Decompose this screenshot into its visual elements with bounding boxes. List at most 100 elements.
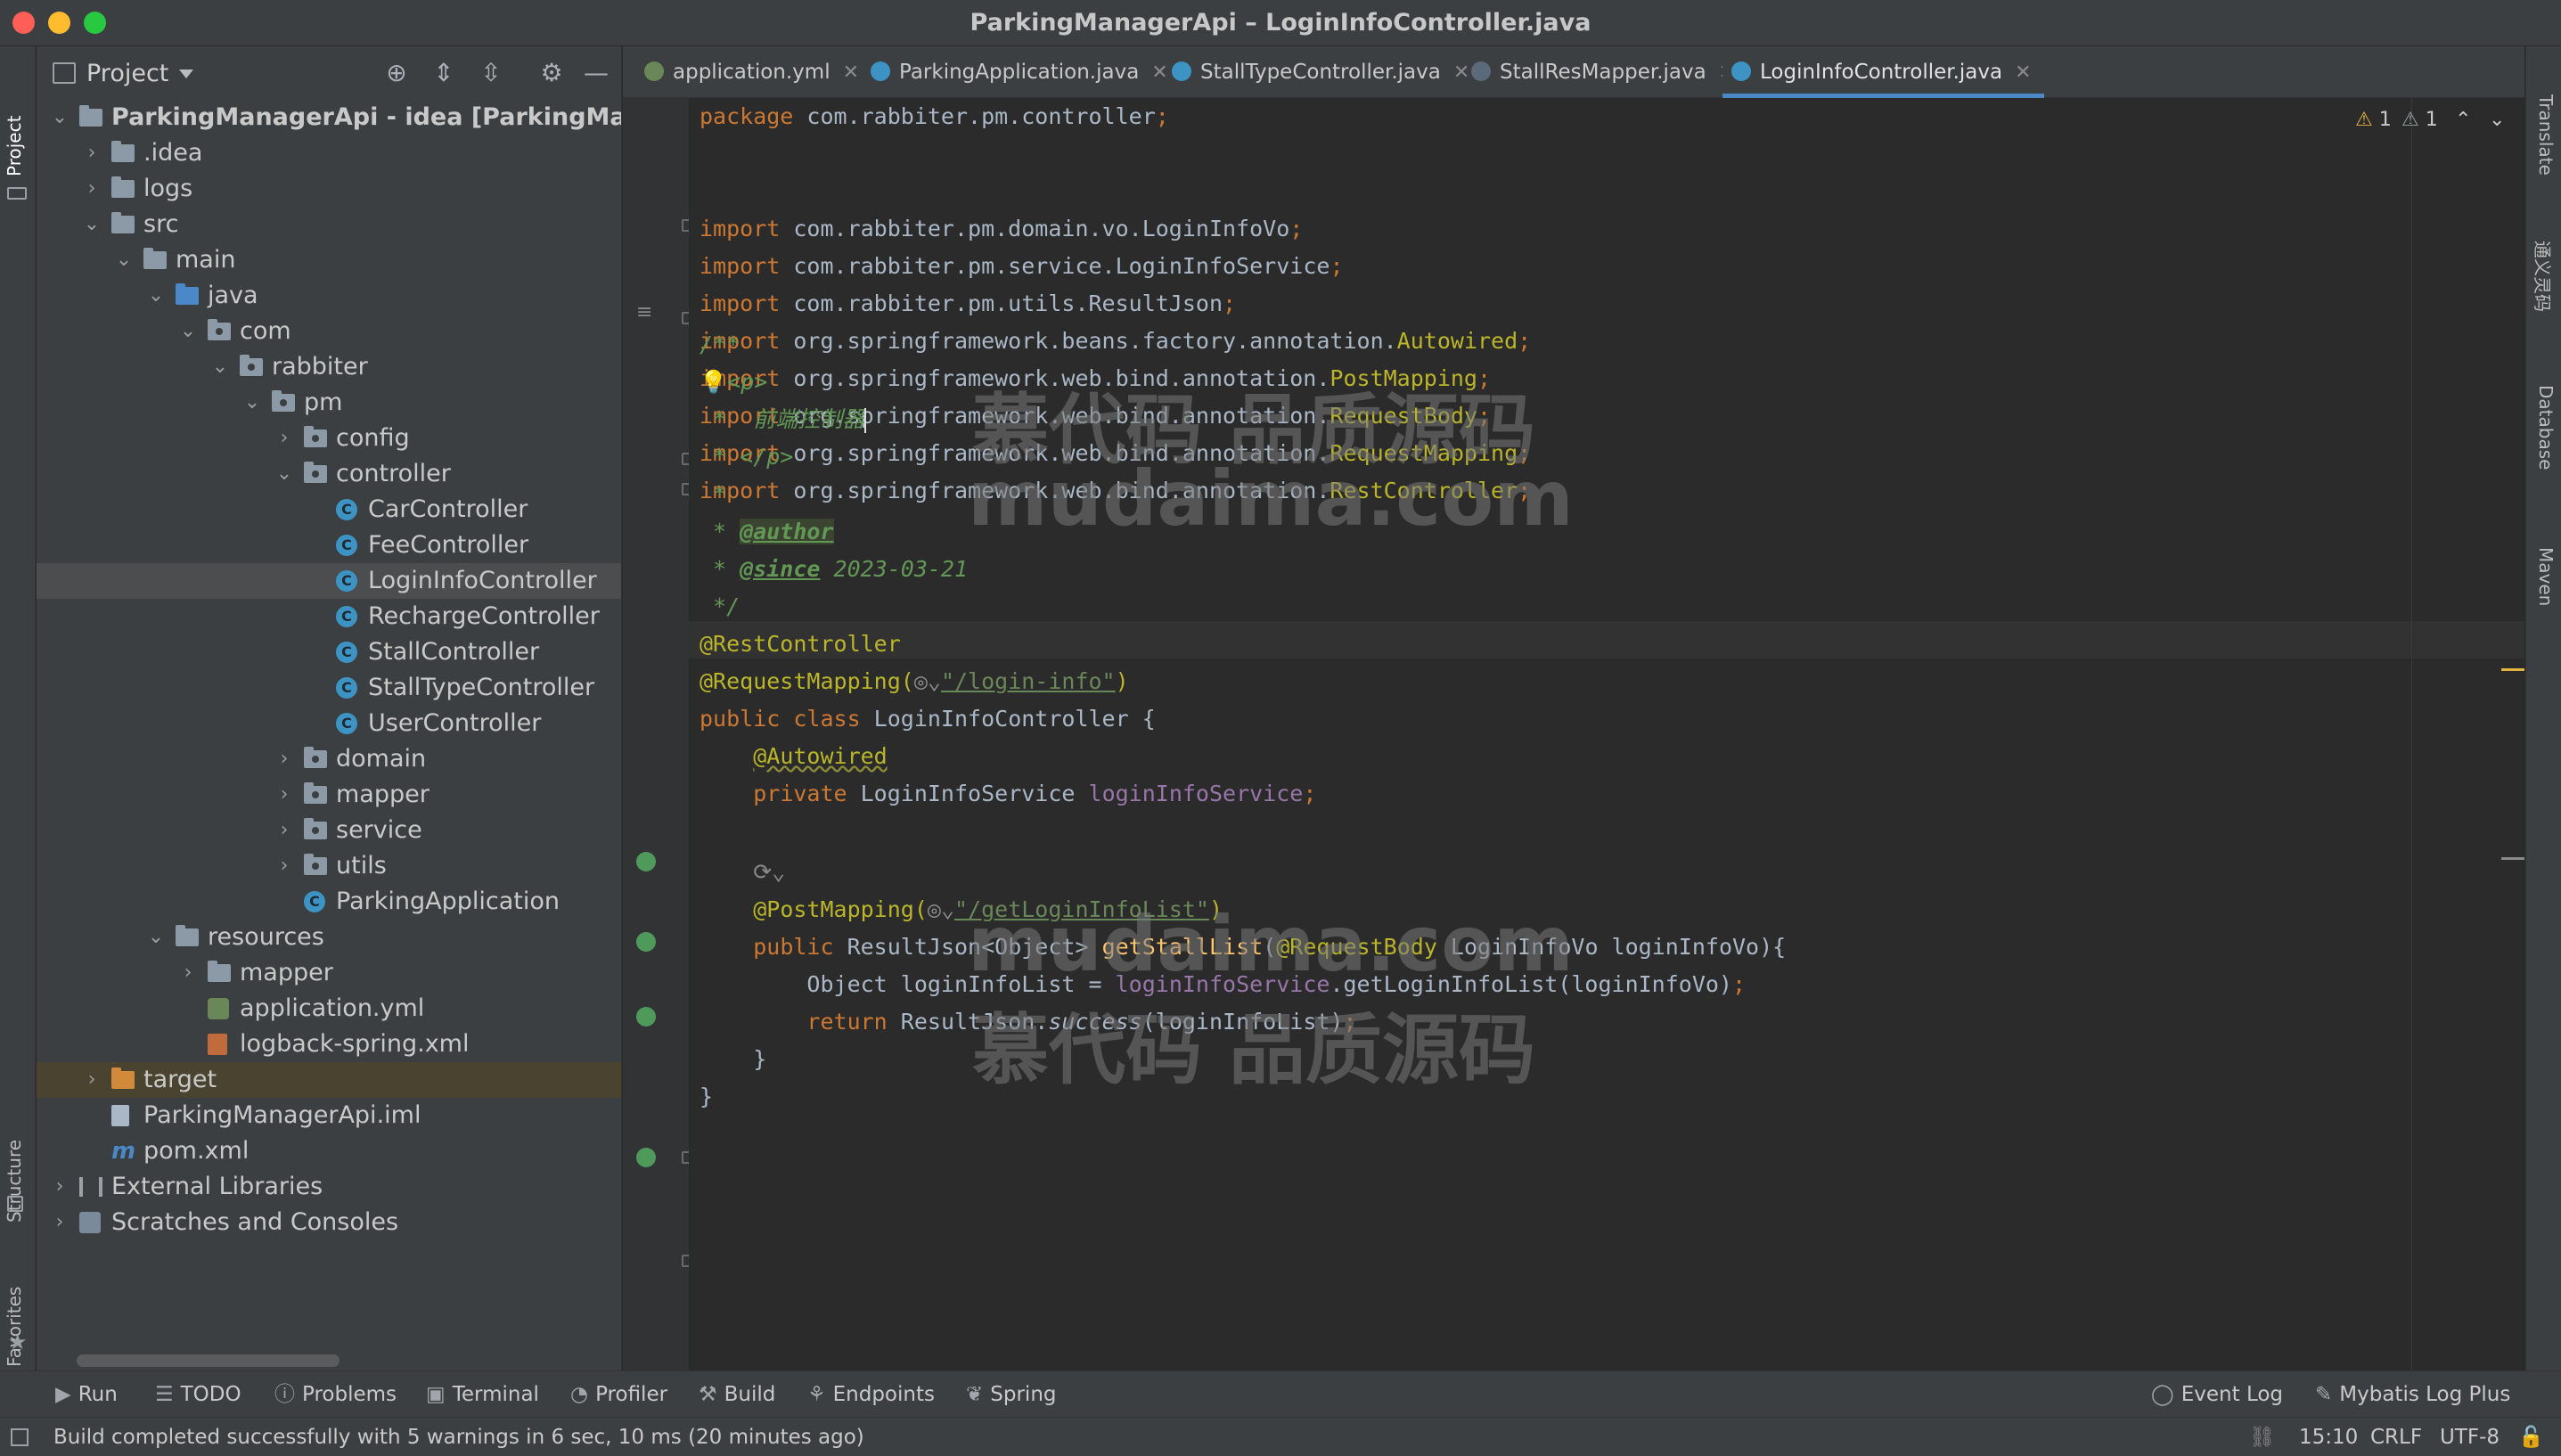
chevron-right-icon[interactable]: › [275,741,293,777]
collapse-all-icon[interactable]: ⇳ [477,59,505,87]
project-tool-button[interactable]: Project [4,116,25,176]
tree-item[interactable]: › logs [37,171,621,207]
translate-tool-button[interactable]: Translate [2535,94,2557,176]
hide-panel-icon[interactable]: — [582,59,610,87]
tool-window-button[interactable]: ⚒ Build [699,1371,775,1418]
tool-window-button[interactable]: ❦ Spring [966,1371,1057,1418]
spring-bean-gutter-icon[interactable] [636,852,656,871]
horizontal-scrollbar[interactable] [77,1354,340,1367]
editor-tab[interactable]: StallResMapper.java✕ [1462,46,1747,98]
chevron-right-icon[interactable]: › [275,848,293,884]
project-view-selector[interactable]: Project [86,60,168,87]
chevron-right-icon[interactable]: › [51,1205,69,1240]
chevron-right-icon[interactable]: › [83,135,101,171]
chevron-down-icon[interactable] [179,70,193,78]
warning-stripe-marker[interactable] [2501,668,2524,671]
tool-window-button[interactable]: ☰ TODO [155,1371,241,1418]
chevron-right-icon[interactable]: › [83,171,101,207]
chevron-down-icon[interactable]: ⌄ [83,207,101,242]
globe-icon[interactable]: ◎⌄ [928,896,954,922]
file-encoding[interactable]: UTF-8 [2440,1418,2500,1456]
tree-item[interactable]: › External Libraries [37,1169,621,1205]
tree-item[interactable]: application.yml [37,991,621,1027]
autowired-gutter-icon[interactable] [636,1007,656,1027]
tree-item[interactable]: ⌄ resources [37,920,621,955]
chevron-down-icon[interactable]: ⌄ [147,278,165,314]
maven-tool-button[interactable]: Maven [2535,547,2557,606]
tree-item[interactable]: › service [37,813,621,848]
chevron-down-icon[interactable]: ⌄ [51,100,69,135]
tree-item[interactable]: logback-spring.xml [37,1027,621,1062]
spring-bean-gutter-icon[interactable] [636,932,656,952]
gear-icon[interactable]: ⚙ [537,59,566,87]
locate-file-icon[interactable]: ⊕ [382,59,411,87]
status-message[interactable]: Build completed successfully with 5 warn… [53,1418,864,1456]
tree-item[interactable]: C RechargeController [37,599,621,634]
line-separator[interactable]: CRLF [2370,1418,2422,1456]
vcs-icon[interactable]: ⛓ [2249,1418,2275,1456]
string-literal[interactable]: "/login-info" [941,668,1116,694]
lock-icon[interactable]: 🔓 [2518,1418,2544,1456]
editor-tab[interactable]: StallTypeController.java ✕ [1163,46,1482,98]
previous-highlight-icon[interactable]: ⌃ [2455,109,2471,131]
tree-item[interactable]: › .idea [37,135,621,171]
editor-tab[interactable]: application.yml ✕ [635,46,871,98]
tree-item[interactable]: ⌄ main [37,242,621,278]
endpoint-gutter-icon[interactable] [636,1148,656,1167]
tree-item[interactable]: › utils [37,848,621,884]
chevron-down-icon[interactable]: ⌄ [147,920,165,955]
database-tool-button[interactable]: Database [2535,385,2557,470]
tree-item[interactable]: C UserController [37,706,621,741]
tree-item[interactable]: C StallTypeController [37,670,621,706]
tree-item[interactable]: › domain [37,741,621,777]
tree-item[interactable]: › target [37,1062,621,1098]
tool-window-button[interactable]: ⚘ Endpoints [807,1371,935,1418]
chevron-right-icon[interactable]: › [275,813,293,848]
lightbulb-icon[interactable]: 💡 [700,369,727,395]
tree-item[interactable]: ParkingManagerApi.iml [37,1098,621,1133]
tree-item[interactable]: ⌄ rabbiter [37,349,621,385]
tree-item[interactable]: › config [37,421,621,456]
chevron-right-icon[interactable]: › [51,1169,69,1205]
tree-item[interactable]: ⌄ controller [37,456,621,492]
endpoint-inlay-icon[interactable]: ⟳⌄ [753,859,785,885]
tongyi-tool-button[interactable]: 通义灵码 [2531,241,2557,312]
expand-all-icon[interactable]: ⇕ [430,59,458,87]
tree-item[interactable]: ⌄ ParkingManagerApi - idea [ParkingManage… [37,100,621,135]
globe-icon[interactable]: ◎⌄ [914,668,941,694]
tree-item[interactable]: › Scratches and Consoles [37,1205,621,1240]
tool-window-button[interactable]: ◯ Event Log [2151,1371,2283,1418]
inspection-weak-warnings[interactable]: ⚠ 1 [2401,109,2438,131]
chevron-down-icon[interactable]: ⌄ [243,385,261,421]
tool-window-button[interactable]: ▶ Run [55,1371,118,1418]
tool-window-button[interactable]: ✎ Mybatis Log Plus [2315,1371,2510,1418]
chevron-down-icon[interactable]: ⌄ [211,349,229,385]
tree-item[interactable]: ⌄ pm [37,385,621,421]
editor-tab[interactable]: ParkingApplication.java ✕ [862,46,1181,98]
chevron-right-icon[interactable]: › [275,777,293,813]
close-tab-icon[interactable]: ✕ [2015,61,2031,84]
next-highlight-icon[interactable]: ⌄ [2489,109,2505,131]
tool-window-button[interactable]: ◔ Profiler [570,1371,667,1418]
chevron-right-icon[interactable]: › [179,955,197,991]
chevron-right-icon[interactable]: › [275,421,293,456]
tree-item[interactable]: C StallController [37,634,621,670]
inspection-warnings[interactable]: ⚠ 1 [2355,109,2392,131]
caret-position[interactable]: 15:10 [2299,1418,2358,1456]
scroll-marker[interactable] [2501,857,2524,860]
tree-item[interactable]: ⌄ src [37,207,621,242]
code-editor[interactable]: ⚠ 1 ⚠ 1 ⌃ ⌄ package com.rabbiter.pm.cont… [689,98,2524,1370]
tree-item[interactable]: › mapper [37,777,621,813]
tree-item[interactable]: C LoginInfoController [37,563,621,599]
chevron-right-icon[interactable]: › [83,1062,101,1098]
chevron-down-icon[interactable]: ⌄ [115,242,133,278]
tree-item[interactable]: C ParkingApplication [37,884,621,920]
reader-mode-icon[interactable]: ≡ [636,301,652,323]
favorites-tool-button[interactable]: Favorites [4,1287,25,1367]
panel-toggle-icon[interactable] [11,1428,29,1446]
tool-window-button[interactable]: ▣ Terminal [426,1371,539,1418]
tree-item[interactable]: ⌄ com [37,314,621,349]
tree-item[interactable]: C CarController [37,492,621,528]
tree-item[interactable]: › mapper [37,955,621,991]
close-tab-icon[interactable]: ✕ [843,61,859,84]
